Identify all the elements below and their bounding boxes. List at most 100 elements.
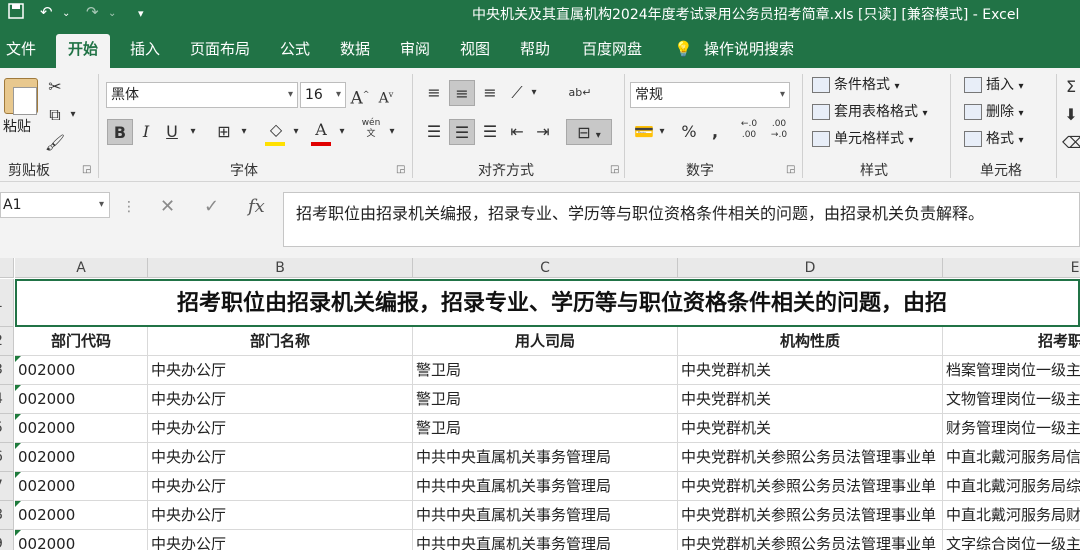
conditional-formatting-button[interactable]: 条件格式 ▾: [812, 72, 899, 98]
tab-formulas[interactable]: 公式: [268, 34, 322, 68]
align-middle-icon[interactable]: ≡: [449, 80, 475, 106]
bold-button[interactable]: B: [107, 119, 133, 145]
italic-button[interactable]: I: [136, 119, 156, 145]
tab-home[interactable]: 开始: [56, 34, 111, 68]
cell-d7[interactable]: 中央党群机关参照公务员法管理事业单: [678, 472, 943, 501]
currency-dropdown-icon[interactable]: ▾: [656, 119, 668, 145]
tab-insert[interactable]: 插入: [118, 34, 172, 68]
row-header-2[interactable]: 2: [0, 327, 14, 356]
tell-me-search[interactable]: 操作说明搜索: [692, 34, 806, 68]
paste-button[interactable]: 粘贴: [3, 114, 31, 140]
cell-styles-button[interactable]: 单元格样式 ▾: [812, 126, 913, 152]
decrease-decimal-icon[interactable]: .00 →.0: [766, 119, 792, 145]
currency-icon[interactable]: 💳: [632, 119, 656, 145]
header-cell[interactable]: 部门代码: [15, 327, 148, 356]
phonetic-guide-icon[interactable]: wén 文: [360, 118, 382, 144]
underline-dropdown-icon[interactable]: ▾: [186, 119, 200, 145]
fill-color-dropdown-icon[interactable]: ▾: [290, 119, 302, 145]
tab-baidu-netdisk[interactable]: 百度网盘: [570, 34, 654, 68]
underline-button[interactable]: U: [162, 119, 182, 145]
font-launcher-icon[interactable]: ◲: [396, 164, 405, 175]
clear-icon[interactable]: ⌫: [1062, 130, 1080, 156]
tab-help[interactable]: 帮助: [508, 34, 562, 68]
header-cell[interactable]: 招考职: [943, 327, 1080, 356]
tab-review[interactable]: 审阅: [388, 34, 442, 68]
column-header-b[interactable]: B: [148, 258, 413, 278]
borders-dropdown-icon[interactable]: ▾: [238, 119, 250, 145]
cancel-icon[interactable]: ✕: [160, 196, 175, 217]
copy-dropdown-icon[interactable]: ▾: [66, 102, 80, 128]
cell-a9[interactable]: 002000: [15, 530, 148, 550]
copy-icon[interactable]: ⧉: [44, 102, 66, 128]
align-left-icon[interactable]: ☰: [422, 119, 446, 145]
orientation-dropdown-icon[interactable]: ▾: [528, 80, 540, 106]
merge-center-icon[interactable]: ⊟ ▾: [566, 119, 612, 145]
format-cells-button[interactable]: 格式 ▾: [964, 126, 1023, 152]
font-color-icon[interactable]: A: [310, 117, 332, 143]
cell-e9[interactable]: 文字综合岗位一级主: [943, 530, 1080, 550]
name-box[interactable]: A1 ▾: [0, 192, 110, 218]
orientation-icon[interactable]: ⟋: [506, 80, 528, 106]
row-header-9[interactable]: 9: [0, 530, 14, 550]
font-size-select[interactable]: 16 ▾: [300, 82, 346, 108]
number-format-select[interactable]: 常规 ▾: [630, 82, 790, 108]
cell-b3[interactable]: 中央办公厅: [148, 356, 413, 385]
comma-button[interactable]: ,: [706, 119, 724, 145]
fill-icon[interactable]: ⬇: [1062, 102, 1080, 128]
tab-data[interactable]: 数据: [328, 34, 382, 68]
font-name-select[interactable]: 黑体 ▾: [106, 82, 298, 108]
fill-color-icon[interactable]: ◇: [264, 117, 288, 143]
column-header-e[interactable]: E: [943, 258, 1080, 278]
number-launcher-icon[interactable]: ◲: [786, 164, 795, 175]
insert-function-icon[interactable]: fx: [248, 196, 265, 217]
align-bottom-icon[interactable]: ≡: [478, 80, 502, 106]
cell-c8[interactable]: 中共中央直属机关事务管理局: [413, 501, 678, 530]
borders-icon[interactable]: ⊞: [212, 119, 236, 145]
header-cell[interactable]: 用人司局: [413, 327, 678, 356]
undo-icon[interactable]: ↶: [40, 3, 53, 21]
cell-a6[interactable]: 002000: [15, 443, 148, 472]
cell-e4[interactable]: 文物管理岗位一级主: [943, 385, 1080, 414]
cell-d3[interactable]: 中央党群机关: [678, 356, 943, 385]
tab-file[interactable]: 文件: [0, 34, 48, 68]
row-header-8[interactable]: 8: [0, 501, 14, 530]
tab-page-layout[interactable]: 页面布局: [178, 34, 262, 68]
font-color-dropdown-icon[interactable]: ▾: [336, 119, 348, 145]
wrap-text-icon[interactable]: ab↵: [568, 80, 592, 106]
cell-c5[interactable]: 警卫局: [413, 414, 678, 443]
clipboard-launcher-icon[interactable]: ◲: [82, 164, 91, 175]
cell-d6[interactable]: 中央党群机关参照公务员法管理事业单: [678, 443, 943, 472]
cell-c6[interactable]: 中共中央直属机关事务管理局: [413, 443, 678, 472]
customize-toolbar-icon[interactable]: ▾: [138, 7, 144, 20]
column-header-a[interactable]: A: [15, 258, 148, 278]
column-header-c[interactable]: C: [413, 258, 678, 278]
autosum-icon[interactable]: Σ: [1062, 74, 1080, 100]
shrink-font-icon[interactable]: Av: [376, 82, 396, 108]
enter-icon[interactable]: ✓: [204, 196, 219, 217]
row-header-3[interactable]: 3: [0, 356, 14, 385]
cell-a3[interactable]: 002000: [15, 356, 148, 385]
cell-c9[interactable]: 中共中央直属机关事务管理局: [413, 530, 678, 550]
row-header-1[interactable]: 1: [0, 279, 14, 327]
header-cell[interactable]: 部门名称: [148, 327, 413, 356]
increase-decimal-icon[interactable]: ←.0.00: [736, 119, 762, 145]
undo-dropdown-icon[interactable]: ⌄: [62, 8, 70, 19]
row-header-6[interactable]: 6: [0, 443, 14, 472]
cell-c4[interactable]: 警卫局: [413, 385, 678, 414]
cut-icon[interactable]: ✂: [44, 74, 66, 100]
cell-d9[interactable]: 中央党群机关参照公务员法管理事业单: [678, 530, 943, 550]
alignment-launcher-icon[interactable]: ◲: [610, 164, 619, 175]
cell-c7[interactable]: 中共中央直属机关事务管理局: [413, 472, 678, 501]
cell-d4[interactable]: 中央党群机关: [678, 385, 943, 414]
redo-icon[interactable]: ↷: [86, 3, 99, 21]
merged-title-cell[interactable]: 招考职位由招录机关编报，招录专业、学历等与职位资格条件相关的问题，由招: [15, 279, 1080, 327]
cell-b9[interactable]: 中央办公厅: [148, 530, 413, 550]
phonetic-dropdown-icon[interactable]: ▾: [386, 119, 398, 145]
align-center-icon[interactable]: ☰: [449, 119, 475, 145]
save-icon[interactable]: [8, 3, 24, 23]
row-header-5[interactable]: 5: [0, 414, 14, 443]
cell-e3[interactable]: 档案管理岗位一级主: [943, 356, 1080, 385]
cell-a4[interactable]: 002000: [15, 385, 148, 414]
cell-b6[interactable]: 中央办公厅: [148, 443, 413, 472]
cell-c3[interactable]: 警卫局: [413, 356, 678, 385]
